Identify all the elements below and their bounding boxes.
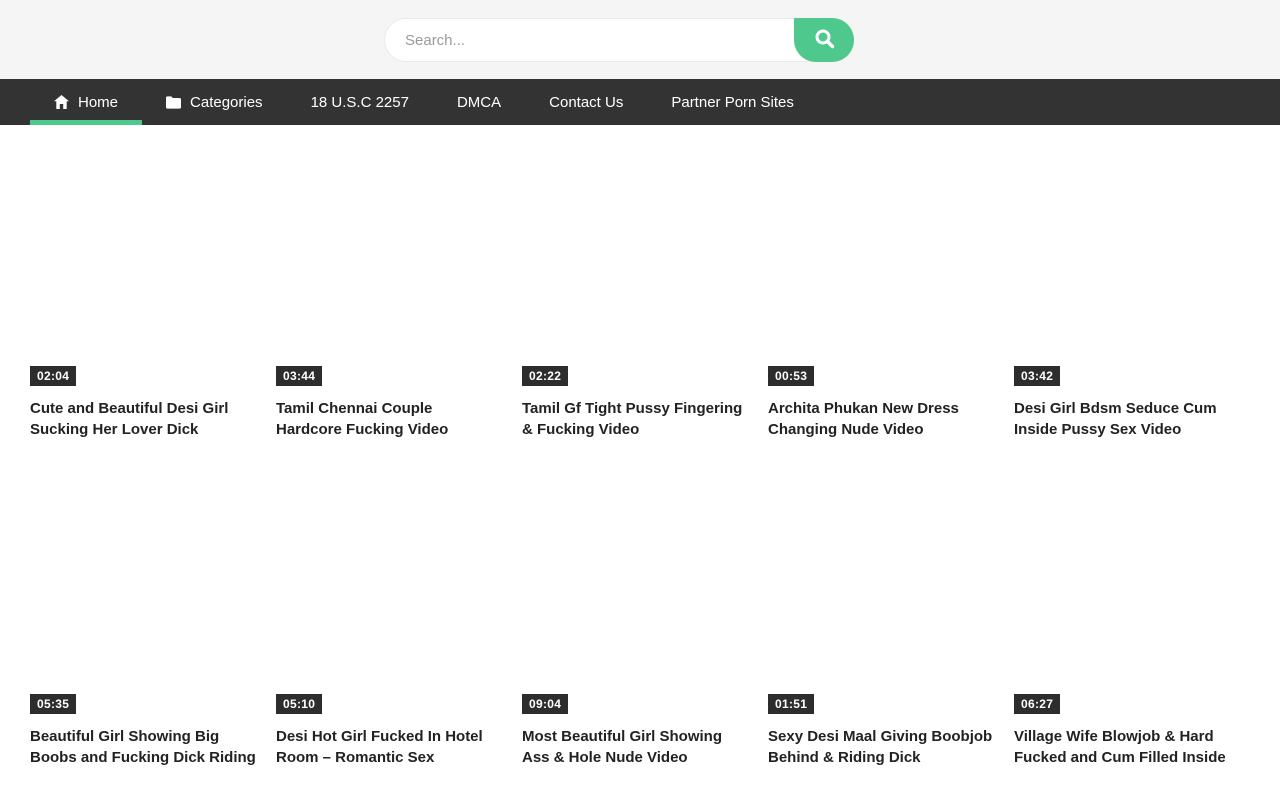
video-thumbnail[interactable]: 02:04 bbox=[30, 142, 256, 390]
video-title[interactable]: Desi Girl Bdsm Seduce Cum Inside Pussy S… bbox=[1014, 398, 1240, 440]
video-card: 06:27 Village Wife Blowjob & Hard Fucked… bbox=[1014, 470, 1240, 768]
video-card: 05:35 Beautiful Girl Showing Big Boobs a… bbox=[30, 470, 256, 768]
nav-item-contact-us[interactable]: Contact Us bbox=[525, 79, 647, 125]
home-icon bbox=[54, 95, 69, 109]
duration-badge: 00:53 bbox=[768, 366, 814, 386]
duration-badge: 03:44 bbox=[276, 366, 322, 386]
video-card: 02:22 Tamil Gf Tight Pussy Fingering & F… bbox=[522, 142, 748, 440]
video-card: 09:04 Most Beautiful Girl Showing Ass & … bbox=[522, 470, 748, 768]
search-form bbox=[384, 18, 854, 62]
nav-item-label: Contact Us bbox=[549, 94, 623, 111]
search-input[interactable] bbox=[384, 18, 854, 62]
video-card: 03:44 Tamil Chennai Couple Hardcore Fuck… bbox=[276, 142, 502, 440]
nav-item-label: 18 U.S.C 2257 bbox=[311, 94, 409, 111]
nav-item-label: DMCA bbox=[457, 94, 501, 111]
video-thumbnail[interactable]: 09:04 bbox=[522, 470, 748, 718]
video-thumbnail[interactable]: 02:22 bbox=[522, 142, 748, 390]
search-button[interactable] bbox=[794, 18, 854, 62]
duration-badge: 06:27 bbox=[1014, 694, 1060, 714]
nav-item-label: Categories bbox=[190, 94, 263, 111]
folder-icon bbox=[166, 96, 181, 109]
video-card: 02:04 Cute and Beautiful Desi Girl Sucki… bbox=[30, 142, 256, 440]
duration-badge: 02:22 bbox=[522, 366, 568, 386]
video-thumbnail[interactable]: 05:10 bbox=[276, 470, 502, 718]
video-card: 01:51 Sexy Desi Maal Giving Boobjob Behi… bbox=[768, 470, 994, 768]
video-title[interactable]: Cute and Beautiful Desi Girl Sucking Her… bbox=[30, 398, 256, 440]
video-thumbnail[interactable]: 06:27 bbox=[1014, 470, 1240, 718]
video-title[interactable]: Most Beautiful Girl Showing Ass & Hole N… bbox=[522, 726, 748, 768]
video-title[interactable]: Tamil Chennai Couple Hardcore Fucking Vi… bbox=[276, 398, 502, 440]
video-card: 03:42 Desi Girl Bdsm Seduce Cum Inside P… bbox=[1014, 142, 1240, 440]
nav-item-label: Partner Porn Sites bbox=[671, 94, 794, 111]
duration-badge: 02:04 bbox=[30, 366, 76, 386]
video-thumbnail[interactable]: 05:35 bbox=[30, 470, 256, 718]
nav-item-label: Home bbox=[78, 94, 118, 111]
main-nav: Home Categories 18 U.S.C 2257 DMCA Conta… bbox=[0, 79, 1280, 125]
video-card: 05:10 Desi Hot Girl Fucked In Hotel Room… bbox=[276, 470, 502, 768]
video-thumbnail[interactable]: 03:44 bbox=[276, 142, 502, 390]
nav-item-categories[interactable]: Categories bbox=[142, 79, 287, 125]
video-thumbnail[interactable]: 03:42 bbox=[1014, 142, 1240, 390]
video-title[interactable]: Beautiful Girl Showing Big Boobs and Fuc… bbox=[30, 726, 256, 768]
top-search-bar bbox=[0, 0, 1280, 79]
video-title[interactable]: Archita Phukan New Dress Changing Nude V… bbox=[768, 398, 994, 440]
duration-badge: 05:10 bbox=[276, 694, 322, 714]
duration-badge: 03:42 bbox=[1014, 366, 1060, 386]
video-title[interactable]: Sexy Desi Maal Giving Boobjob Behind & R… bbox=[768, 726, 994, 768]
video-grid: 02:04 Cute and Beautiful Desi Girl Sucki… bbox=[30, 142, 1250, 768]
video-title[interactable]: Tamil Gf Tight Pussy Fingering & Fucking… bbox=[522, 398, 748, 440]
nav-item-partner-sites[interactable]: Partner Porn Sites bbox=[647, 79, 818, 125]
nav-item-2257[interactable]: 18 U.S.C 2257 bbox=[287, 79, 433, 125]
video-title[interactable]: Desi Hot Girl Fucked In Hotel Room – Rom… bbox=[276, 726, 502, 768]
video-title[interactable]: Village Wife Blowjob & Hard Fucked and C… bbox=[1014, 726, 1240, 768]
nav-item-home[interactable]: Home bbox=[30, 79, 142, 125]
duration-badge: 05:35 bbox=[30, 694, 76, 714]
video-card: 00:53 Archita Phukan New Dress Changing … bbox=[768, 142, 994, 440]
video-thumbnail[interactable]: 00:53 bbox=[768, 142, 994, 390]
video-thumbnail[interactable]: 01:51 bbox=[768, 470, 994, 718]
duration-badge: 09:04 bbox=[522, 694, 568, 714]
search-icon bbox=[813, 27, 836, 53]
nav-item-dmca[interactable]: DMCA bbox=[433, 79, 525, 125]
duration-badge: 01:51 bbox=[768, 694, 814, 714]
